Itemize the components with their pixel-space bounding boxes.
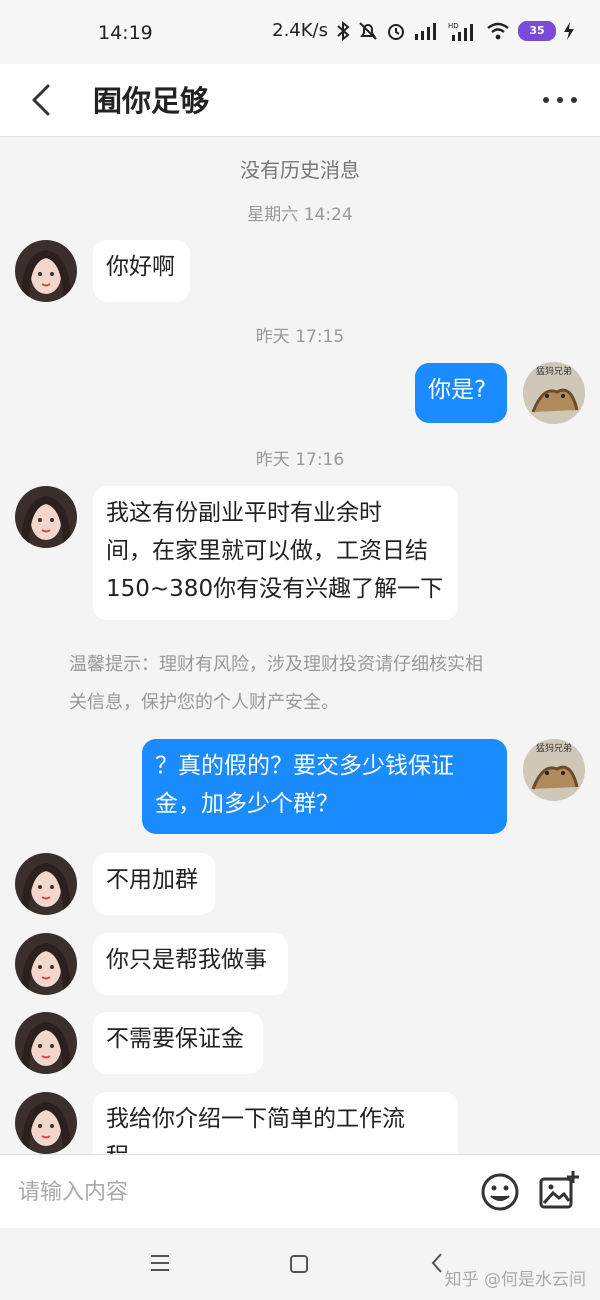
message-input[interactable] [16, 1171, 460, 1213]
message-text: 我给你介绍一下简单的工作流 [106, 1106, 405, 1132]
message-bubble[interactable]: 不用加群 [93, 853, 215, 915]
my-avatar[interactable]: 猛犸兄弟 [523, 362, 585, 424]
contact-avatar[interactable] [15, 1092, 77, 1154]
bluetooth-icon [337, 20, 350, 41]
network-speed: 2.4K/s [272, 20, 328, 41]
signal-hd-icon: HD [448, 22, 473, 41]
message-text: 不用加群 [106, 867, 198, 893]
mute-bell-icon [359, 21, 377, 40]
timestamp: 星期六 14:24 [247, 205, 353, 225]
svg-text:HD: HD [448, 22, 459, 30]
alarm-icon [388, 23, 404, 40]
message-text: 我这有份副业平时有业余时 [106, 500, 382, 526]
message-bubble[interactable]: 你好啊 [93, 240, 190, 302]
status-time: 14:19 [98, 22, 153, 44]
message-composer [0, 1154, 600, 1229]
chevron-left-icon[interactable] [28, 78, 58, 122]
risk-warning: 温馨提示：理财有风险，涉及理财投资请仔细核实相 关信息，保护您的个人财产安全。 [69, 646, 539, 722]
message-text: 150~380你有没有兴趣了解一下 [106, 576, 444, 602]
message-text: 间，在家里就可以做，工资日结 [106, 538, 428, 564]
contact-avatar[interactable] [15, 1012, 77, 1074]
message-bubble[interactable]: 你只是帮我做事 [93, 933, 288, 995]
timestamp: 昨天 17:15 [255, 327, 345, 347]
my-avatar[interactable]: 猛犸兄弟 [523, 739, 585, 801]
risk-warning-line: 温馨提示：理财有风险，涉及理财投资请仔细核实相 [69, 654, 483, 675]
no-history-label: 没有历史消息 [240, 158, 360, 182]
watermark: 知乎 @何是水云间 [444, 1270, 586, 1290]
home-icon[interactable] [289, 1254, 309, 1274]
status-icons: 2.4K/s HD 35 [272, 20, 574, 41]
contact-avatar[interactable] [15, 486, 77, 548]
message-bubble[interactable]: 你是? [415, 363, 507, 423]
image-add-icon[interactable] [537, 1169, 581, 1213]
message-text: 金，加多少个群？ [155, 791, 339, 817]
more-icon[interactable] [540, 80, 580, 120]
contact-avatar[interactable] [15, 853, 77, 915]
battery-indicator: 35 [518, 20, 556, 41]
nav-back-icon[interactable] [430, 1252, 444, 1274]
message-text: ？真的假的？要交多少钱保证 [155, 753, 454, 779]
status-bar: 14:19 2.4K/s HD 35 [0, 0, 600, 64]
message-text: 你是? [428, 377, 487, 403]
message-text: 你好啊 [106, 254, 175, 280]
message-text: 不需要保证金 [106, 1026, 244, 1052]
contact-avatar[interactable] [15, 240, 77, 302]
message-bubble[interactable]: 我这有份副业平时有业余时 间，在家里就可以做，工资日结 150~380你有没有兴… [93, 486, 458, 620]
signal-icon [415, 22, 436, 40]
chat-header: 囿你足够 [0, 64, 600, 137]
menu-icon[interactable] [150, 1254, 170, 1272]
my-avatar-text: 猛犸兄弟 [536, 742, 572, 754]
emoji-icon[interactable] [480, 1172, 520, 1212]
wifi-icon [487, 22, 509, 39]
message-bubble[interactable]: 不需要保证金 [93, 1012, 263, 1074]
my-avatar-text: 猛犸兄弟 [536, 365, 572, 377]
charging-icon [564, 21, 574, 40]
chat-title: 囿你足够 [93, 84, 210, 118]
risk-warning-line: 关信息，保护您的个人财产安全。 [69, 692, 339, 713]
message-text: 你只是帮我做事 [106, 947, 267, 973]
message-bubble[interactable]: ？真的假的？要交多少钱保证 金，加多少个群？ [142, 739, 507, 834]
timestamp: 昨天 17:16 [255, 450, 345, 470]
contact-avatar[interactable] [15, 933, 77, 995]
